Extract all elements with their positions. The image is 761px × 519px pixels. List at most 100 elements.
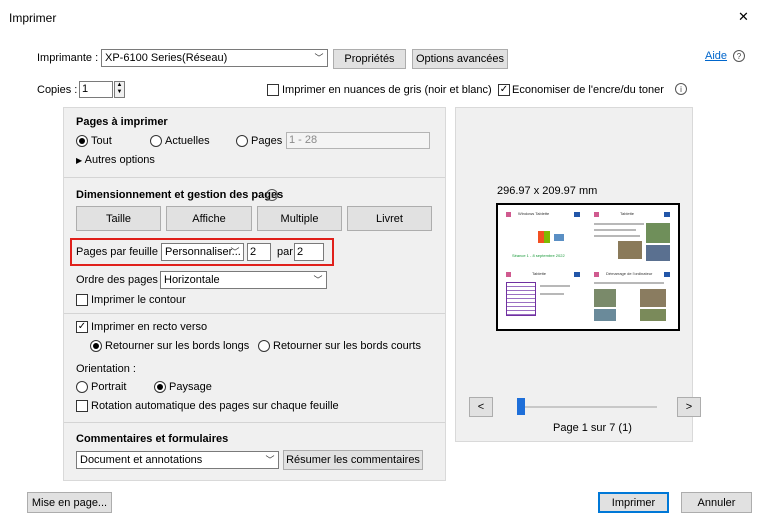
- portrait-radio[interactable]: [76, 381, 88, 393]
- thumb-subtitle-1: Séance 1 - 8 septembre 2022: [512, 253, 565, 258]
- print-border-label[interactable]: Imprimer le contour: [91, 294, 186, 306]
- grayscale-label[interactable]: Imprimer en nuances de gris (noir et bla…: [282, 84, 492, 96]
- print-button[interactable]: Imprimer: [598, 492, 669, 513]
- logo-icon: [574, 272, 580, 277]
- order-label: Ordre des pages :: [76, 274, 165, 286]
- photo-image: [594, 289, 616, 307]
- text-line: [594, 223, 644, 225]
- page-indicator: Page 1 sur 7 (1): [553, 422, 632, 434]
- page-slider-thumb[interactable]: [517, 398, 525, 415]
- divider: [64, 313, 445, 314]
- cols-input[interactable]: 2: [247, 243, 271, 261]
- pages-range-label[interactable]: Pages: [251, 135, 282, 147]
- chevron-down-icon: ﹀: [230, 247, 240, 257]
- logo-icon: [506, 212, 511, 217]
- current-page-label[interactable]: Actuelles: [165, 135, 210, 147]
- close-icon[interactable]: ✕: [738, 9, 749, 25]
- thumbnail-page-4: Démarrage de l'ordinateur: [590, 269, 676, 325]
- printer-label: Imprimante :: [37, 52, 99, 64]
- current-page-radio[interactable]: [150, 135, 162, 147]
- logo-icon: [594, 212, 599, 217]
- short-edge-radio[interactable]: [258, 340, 270, 352]
- all-pages-label[interactable]: Tout: [91, 135, 112, 147]
- copies-input[interactable]: 1: [79, 81, 113, 98]
- auto-rotate-label[interactable]: Rotation automatique des pages sur chaqu…: [91, 400, 339, 412]
- preview-sheet: Windows Tablette Séance 1 - 8 septembre …: [496, 203, 680, 331]
- text-line: [594, 229, 636, 231]
- next-page-button[interactable]: >: [677, 397, 701, 417]
- page-slider-track[interactable]: [519, 406, 657, 408]
- auto-rotate-checkbox[interactable]: [76, 400, 88, 412]
- thumb-title-4: Démarrage de l'ordinateur: [606, 271, 653, 276]
- grayscale-checkbox[interactable]: [267, 84, 279, 96]
- comments-title: Commentaires et formulaires: [76, 433, 229, 445]
- tab-multiple[interactable]: Multiple: [257, 206, 342, 231]
- tab-poster[interactable]: Affiche: [166, 206, 252, 231]
- info-icon[interactable]: i: [675, 83, 687, 95]
- properties-button[interactable]: Propriétés: [333, 49, 406, 69]
- preview-dimensions: 296.97 x 209.97 mm: [497, 185, 598, 197]
- text-line: [540, 285, 570, 287]
- long-edge-radio[interactable]: [90, 340, 102, 352]
- short-edge-label[interactable]: Retourner sur les bords courts: [273, 340, 421, 352]
- comments-value: Document et annotations: [80, 454, 203, 466]
- pages-to-print-title: Pages à imprimer: [76, 116, 168, 128]
- text-line: [540, 293, 564, 295]
- photo-image: [646, 245, 670, 261]
- page-setup-button[interactable]: Mise en page...: [27, 492, 112, 513]
- duplex-label[interactable]: Imprimer en recto verso: [91, 321, 207, 333]
- thumb-title-3: Tablette: [532, 271, 547, 276]
- text-line: [594, 235, 640, 237]
- logo-icon: [664, 212, 670, 217]
- summarize-comments-button[interactable]: Résumer les commentaires: [283, 450, 423, 470]
- thumbnail-page-3: Tablette: [502, 269, 586, 325]
- ink-saver-label[interactable]: Economiser de l'encre/du toner: [512, 84, 664, 96]
- photo-image: [640, 309, 666, 321]
- thumb-title-1: Windows Tablette: [518, 211, 550, 216]
- pages-range-radio[interactable]: [236, 135, 248, 147]
- logo-icon: [574, 212, 580, 217]
- text-line: [594, 282, 664, 284]
- print-border-checkbox[interactable]: [76, 294, 88, 306]
- tab-booklet[interactable]: Livret: [347, 206, 432, 231]
- divider: [64, 422, 445, 423]
- prev-page-button[interactable]: <: [469, 397, 493, 417]
- duplex-checkbox[interactable]: ✓: [76, 321, 88, 333]
- sizing-title: Dimensionnement et gestion des pages: [76, 189, 284, 201]
- photo-image: [646, 223, 670, 243]
- pages-range-input[interactable]: 1 - 28: [286, 132, 430, 149]
- all-pages-radio[interactable]: [76, 135, 88, 147]
- logo-icon: [664, 272, 670, 277]
- photo-image: [594, 309, 616, 321]
- order-select[interactable]: Horizontale ﹀: [160, 271, 327, 289]
- pages-per-sheet-select[interactable]: Personnaliser... ﹀: [161, 243, 244, 261]
- pages-per-sheet-label: Pages par feuille :: [76, 246, 165, 258]
- order-value: Horizontale: [164, 274, 220, 286]
- divider: [64, 177, 445, 178]
- help-icon[interactable]: ?: [733, 50, 745, 62]
- photo-image: [640, 289, 666, 307]
- sizing-info-icon[interactable]: i: [266, 189, 278, 201]
- tab-size[interactable]: Taille: [76, 206, 161, 231]
- more-options-label: Autres options: [84, 154, 155, 166]
- thumbnail-page-1: Windows Tablette Séance 1 - 8 septembre …: [502, 209, 586, 265]
- long-edge-label[interactable]: Retourner sur les bords longs: [105, 340, 249, 352]
- help-link[interactable]: Aide: [705, 50, 727, 62]
- landscape-label[interactable]: Paysage: [169, 381, 212, 393]
- landscape-radio[interactable]: [154, 381, 166, 393]
- copies-stepper[interactable]: ▲ ▼: [114, 81, 125, 98]
- printer-select[interactable]: XP-6100 Series(Réseau) ﹀: [101, 49, 328, 67]
- advanced-options-button[interactable]: Options avancées: [412, 49, 508, 69]
- cancel-button[interactable]: Annuler: [681, 492, 752, 513]
- more-options-toggle[interactable]: ▶ Autres options: [76, 154, 155, 166]
- comments-select[interactable]: Document et annotations ﹀: [76, 451, 279, 469]
- thumb-title-2: Tablette: [620, 211, 635, 216]
- printer-select-value: XP-6100 Series(Réseau): [105, 52, 228, 64]
- photo-image: [618, 241, 642, 259]
- tablet-icon: [554, 234, 564, 241]
- portrait-label[interactable]: Portrait: [91, 381, 126, 393]
- chevron-down-icon: ﹀: [314, 53, 324, 63]
- rows-input[interactable]: 2: [294, 243, 324, 261]
- orientation-label: Orientation :: [76, 363, 136, 375]
- ink-saver-checkbox[interactable]: ✓: [498, 84, 510, 96]
